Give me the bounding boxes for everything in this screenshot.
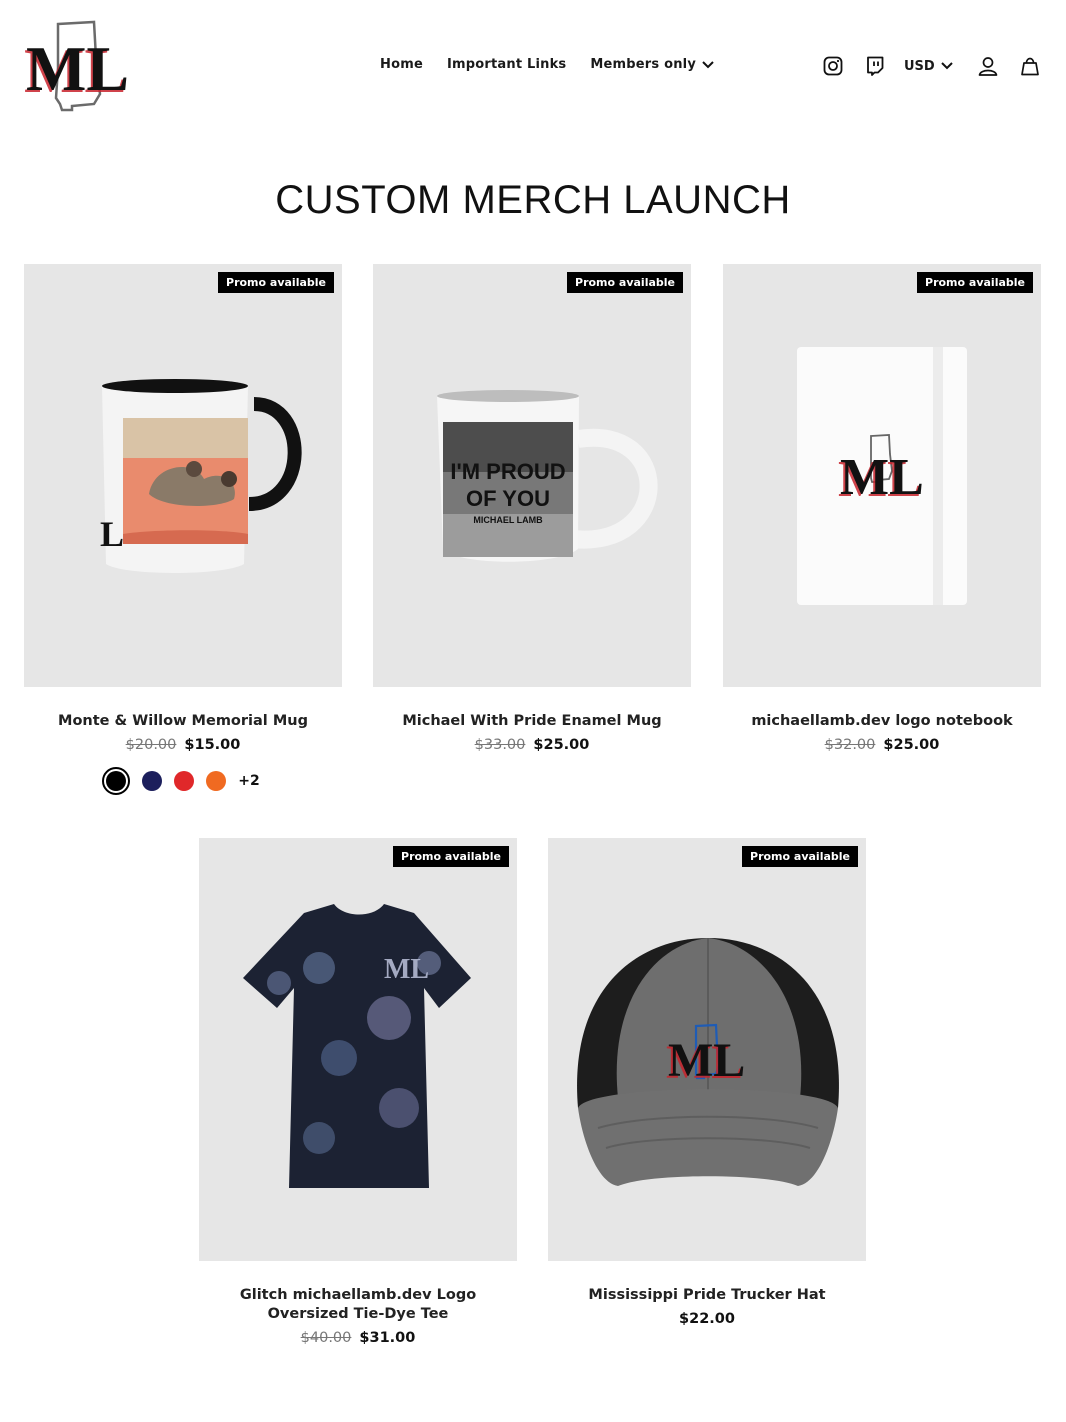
twitch-icon[interactable] bbox=[862, 53, 888, 79]
product-image[interactable]: Promo available ML ML bbox=[723, 264, 1041, 687]
price-sale: $25.00 bbox=[533, 737, 590, 753]
nav-home[interactable]: Home bbox=[380, 57, 423, 72]
price-row: $40.00 $31.00 bbox=[199, 1330, 517, 1346]
instagram-icon[interactable] bbox=[820, 53, 846, 79]
color-swatches: +2 bbox=[24, 767, 342, 795]
page-title: CUSTOM MERCH LAUNCH bbox=[275, 178, 791, 222]
swatch-black[interactable] bbox=[102, 767, 131, 795]
product-card[interactable]: Promo available L Monte & Willow Memoria… bbox=[24, 264, 342, 795]
product-image[interactable]: Promo available ML ML bbox=[548, 838, 866, 1261]
swatch-more[interactable]: +2 bbox=[238, 773, 259, 789]
price-compare: $40.00 bbox=[300, 1330, 352, 1346]
swatch-orange[interactable] bbox=[206, 771, 227, 791]
site-logo[interactable]: ML ML bbox=[22, 18, 129, 114]
currency-label: USD bbox=[904, 58, 935, 74]
price-compare: $32.00 bbox=[824, 737, 876, 753]
product-image[interactable]: Promo available I'M PROUD OF YOU MICHAEL… bbox=[373, 264, 691, 687]
promo-badge: Promo available bbox=[917, 272, 1033, 293]
svg-text:OF YOU: OF YOU bbox=[466, 486, 550, 511]
product-image[interactable]: Promo available L bbox=[24, 264, 342, 687]
price-row: $33.00 $25.00 bbox=[373, 737, 691, 753]
logo-graphic: ML ML bbox=[24, 20, 129, 112]
price-row: $22.00 bbox=[548, 1311, 866, 1327]
site-header: ML ML Home Important Links Members only … bbox=[0, 0, 1066, 135]
product-info: Glitch michaellamb.dev Logo Oversized Ti… bbox=[199, 1261, 517, 1346]
product-image[interactable]: Promo available ML bbox=[199, 838, 517, 1261]
nav-important-links[interactable]: Important Links bbox=[447, 57, 566, 72]
product-card[interactable]: Promo available I'M PROUD OF YOU MICHAEL… bbox=[373, 264, 691, 753]
product-info: Mississippi Pride Trucker Hat $22.00 bbox=[548, 1261, 866, 1327]
price-sale: $31.00 bbox=[359, 1330, 416, 1346]
notebook-image: ML ML bbox=[797, 347, 967, 605]
header-tools: USD bbox=[820, 53, 1043, 79]
promo-badge: Promo available bbox=[567, 272, 683, 293]
tshirt-image: ML bbox=[243, 904, 471, 1188]
product-info: michaellamb.dev logo notebook $32.00 $25.… bbox=[723, 687, 1041, 753]
nav-members-only-label: Members only bbox=[590, 57, 696, 72]
price-sale: $25.00 bbox=[883, 737, 940, 753]
swatch-navy[interactable] bbox=[142, 771, 163, 791]
promo-badge: Promo available bbox=[393, 846, 509, 867]
product-name-line: Glitch michaellamb.dev Logo bbox=[239, 1287, 477, 1303]
hat-image: ML ML bbox=[577, 938, 839, 1186]
chevron-down-icon bbox=[941, 62, 953, 70]
main-nav: Home Important Links Members only bbox=[380, 57, 714, 72]
product-info: Monte & Willow Memorial Mug $20.00 $15.00… bbox=[24, 687, 342, 795]
price-row: $20.00 $15.00 bbox=[24, 737, 342, 753]
svg-text:ML: ML bbox=[840, 449, 924, 506]
svg-text:I'M PROUD: I'M PROUD bbox=[450, 459, 565, 484]
product-name[interactable]: Glitch michaellamb.dev Logo Oversized Ti… bbox=[199, 1286, 517, 1324]
nav-members-only[interactable]: Members only bbox=[590, 57, 714, 72]
nav-home-label: Home bbox=[380, 57, 423, 72]
svg-text:L: L bbox=[100, 514, 124, 554]
promo-badge: Promo available bbox=[218, 272, 334, 293]
chevron-down-icon bbox=[702, 60, 714, 68]
product-card[interactable]: Promo available ML Glitch michaellamb.de… bbox=[199, 838, 517, 1346]
currency-selector[interactable]: USD bbox=[904, 59, 953, 74]
price-compare: $20.00 bbox=[125, 737, 177, 753]
svg-text:ML: ML bbox=[668, 1034, 745, 1087]
price-regular: $22.00 bbox=[679, 1311, 735, 1327]
price-sale: $15.00 bbox=[184, 737, 241, 753]
svg-text:ML: ML bbox=[384, 954, 429, 985]
product-name[interactable]: Mississippi Pride Trucker Hat bbox=[548, 1286, 866, 1305]
cart-bag-icon[interactable] bbox=[1017, 53, 1043, 79]
product-name[interactable]: Michael With Pride Enamel Mug bbox=[373, 712, 691, 731]
product-info: Michael With Pride Enamel Mug $33.00 $25.… bbox=[373, 687, 691, 753]
promo-badge: Promo available bbox=[742, 846, 858, 867]
product-name[interactable]: michaellamb.dev logo notebook bbox=[723, 712, 1041, 731]
product-name[interactable]: Monte & Willow Memorial Mug bbox=[24, 712, 342, 731]
price-compare: $33.00 bbox=[474, 737, 526, 753]
product-card[interactable]: Promo available ML ML Mississippi Pride … bbox=[548, 838, 866, 1327]
mug-image: I'M PROUD OF YOU MICHAEL LAMB bbox=[437, 390, 658, 562]
svg-text:ML: ML bbox=[26, 33, 128, 104]
nav-important-links-label: Important Links bbox=[446, 57, 567, 72]
account-icon[interactable] bbox=[975, 53, 1001, 79]
svg-text:MICHAEL LAMB: MICHAEL LAMB bbox=[473, 515, 543, 525]
price-row: $32.00 $25.00 bbox=[723, 737, 1041, 753]
mug-image: L bbox=[100, 379, 302, 573]
swatch-red[interactable] bbox=[174, 771, 195, 791]
product-name-line: Oversized Tie-Dye Tee bbox=[267, 1306, 449, 1322]
product-card[interactable]: Promo available ML ML michaellamb.dev lo… bbox=[723, 264, 1041, 753]
